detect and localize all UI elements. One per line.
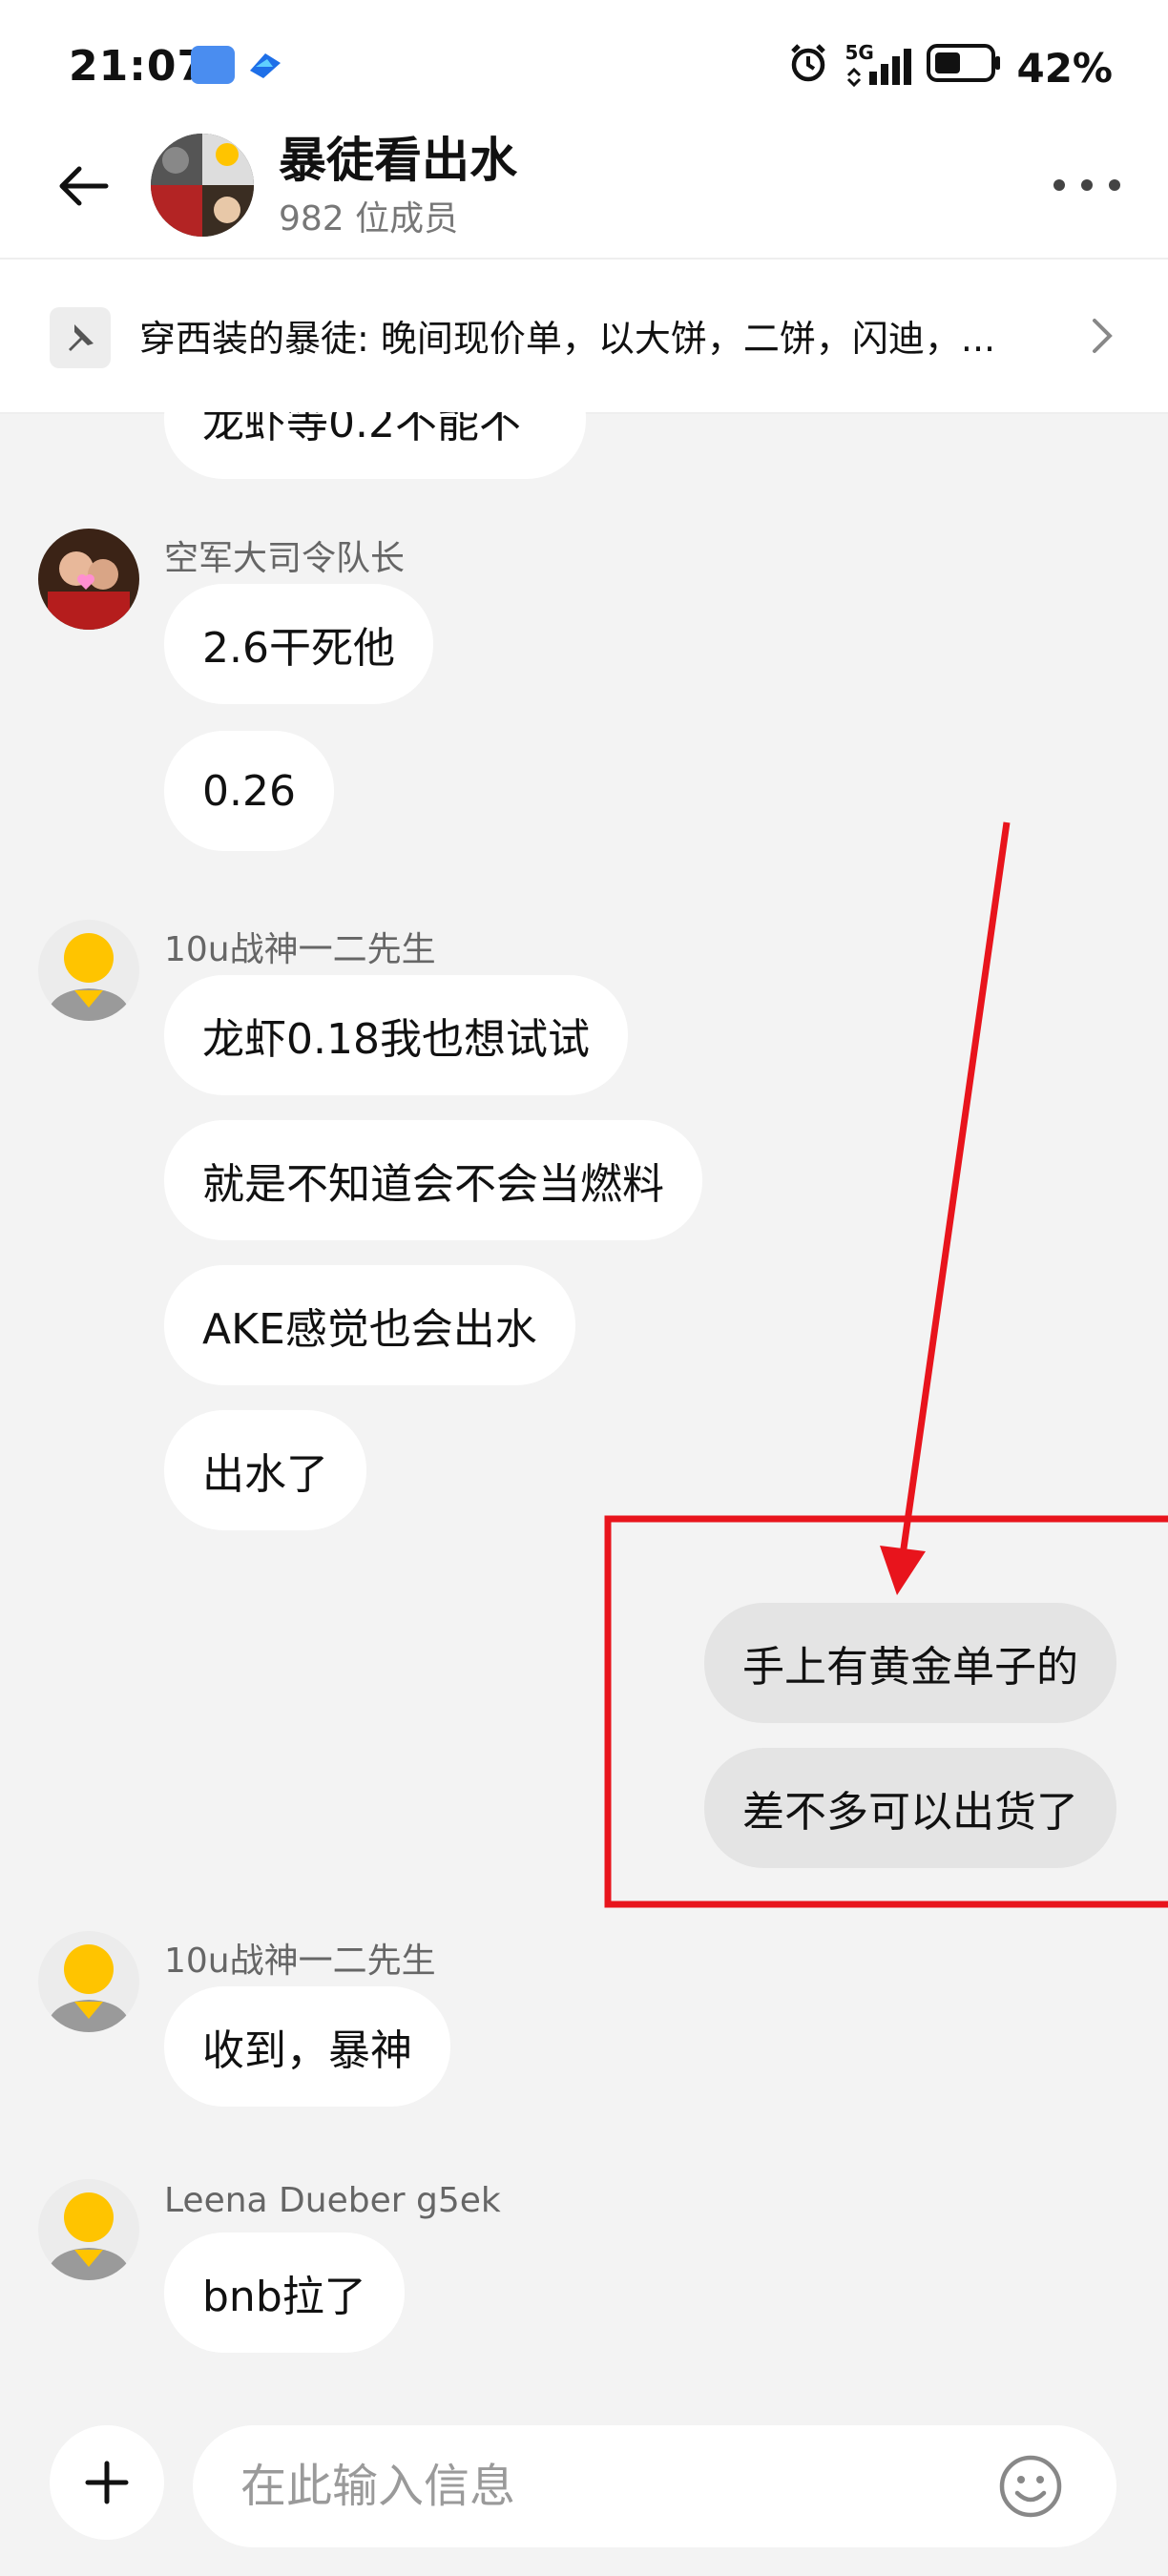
member-count: 982 位成员	[279, 199, 459, 239]
message-input[interactable]	[193, 2425, 1116, 2547]
message-text: 龙虾0.18我也想试试	[202, 1015, 590, 1064]
message-bubble[interactable]: 龙虾0.18我也想试试	[164, 975, 628, 1095]
more-dot-icon	[1109, 179, 1120, 191]
app-notification-icon-2	[246, 46, 284, 84]
sender-name: 空军大司令队长	[164, 539, 406, 578]
message-text: 手上有黄金单子的	[742, 1643, 1078, 1692]
more-options-button[interactable]	[1053, 166, 1120, 204]
message-text: 就是不知道会不会当燃料	[202, 1160, 664, 1209]
composer-bar	[0, 2406, 1168, 2576]
message-bubble[interactable]: 出水了	[164, 1410, 366, 1530]
message-text: AKE感觉也会出水	[202, 1305, 537, 1354]
avatar[interactable]	[38, 920, 139, 1021]
message-bubble[interactable]: 就是不知道会不会当燃料	[164, 1120, 702, 1240]
group-title: 暴徒看出水	[279, 133, 517, 188]
signal-icon: 5G	[845, 41, 912, 89]
my-message-bubble[interactable]: 手上有黄金单子的	[704, 1603, 1116, 1723]
battery-icon	[927, 43, 1001, 93]
message-text: 0.26	[202, 766, 296, 816]
more-dot-icon	[1081, 179, 1093, 191]
status-icons: 5G 42%	[787, 41, 1113, 93]
message-text: 出水了	[202, 1450, 328, 1499]
message-text: 2.6干死他	[202, 624, 395, 673]
message-text: 龙虾等0.2不能不	[202, 412, 521, 447]
pinned-message-text: 穿西装的暴徒: 晚间现价单，以大饼，二饼，闪迪，...	[139, 318, 996, 360]
sender-name: 10u战神一二先生	[164, 1942, 436, 1981]
my-message-bubble[interactable]: 差不多可以出货了	[704, 1748, 1116, 1868]
message-text: bnb拉了	[202, 2273, 366, 2321]
app-notification-icon	[191, 46, 235, 84]
message-bubble[interactable]: 2.6干死他	[164, 584, 433, 704]
sender-name: Leena Dueber g5ek	[164, 2181, 501, 2220]
more-dot-icon	[1053, 179, 1065, 191]
group-avatar[interactable]	[151, 134, 254, 237]
message-text: 差不多可以出货了	[742, 1788, 1078, 1837]
emoji-button[interactable]	[992, 2448, 1069, 2524]
avatar[interactable]	[38, 2179, 139, 2280]
avatar[interactable]	[38, 529, 139, 630]
sender-name: 10u战神一二先生	[164, 930, 436, 969]
attach-button[interactable]	[50, 2425, 164, 2540]
status-bar: 21:07 5G 42%	[0, 0, 1168, 134]
pin-icon	[50, 307, 111, 368]
back-button[interactable]	[50, 153, 116, 219]
message-bubble[interactable]: 0.26	[164, 731, 334, 851]
smiley-icon	[999, 2455, 1062, 2518]
pinned-message-bar[interactable]: 穿西装的暴徒: 晚间现价单，以大饼，二饼，闪迪，...	[0, 258, 1168, 414]
message-bubble[interactable]: 收到，暴神	[164, 1986, 450, 2107]
status-time: 21:07	[69, 42, 208, 91]
message-bubble-partial[interactable]: 龙虾等0.2不能不	[164, 412, 586, 479]
chevron-right-icon[interactable]	[1074, 307, 1132, 364]
message-list[interactable]: 龙虾等0.2不能不 空军大司令队长 2.6干死他 0.26 10u战神一二先生 …	[0, 412, 1168, 2406]
chat-header: 暴徒看出水 982 位成员	[0, 114, 1168, 258]
message-text: 收到，暴神	[202, 2026, 412, 2075]
avatar[interactable]	[38, 1931, 139, 2032]
message-bubble[interactable]: bnb拉了	[164, 2233, 405, 2353]
plus-icon	[85, 2461, 129, 2504]
message-bubble[interactable]: AKE感觉也会出水	[164, 1265, 575, 1385]
alarm-icon	[787, 42, 829, 93]
battery-percent: 42%	[1016, 44, 1113, 92]
back-arrow-icon	[59, 166, 109, 206]
